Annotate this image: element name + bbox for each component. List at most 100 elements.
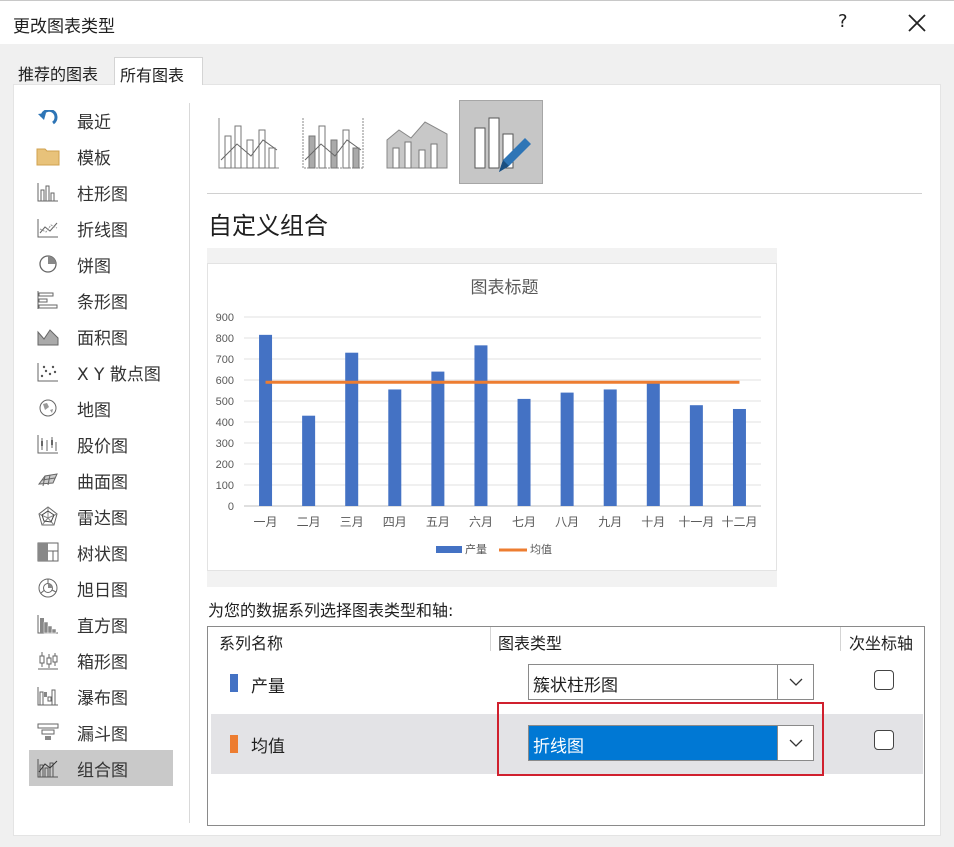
histogram-chart-icon — [35, 612, 61, 636]
clustered-column-line-icon — [218, 118, 279, 169]
sidebar-item-sunburst[interactable]: 旭日图 — [29, 570, 173, 606]
chart-type-sidebar: 最近 模板 柱形图 折线图 饼图 条形图 面积图 X Y 散点图 地图 股价图 … — [29, 102, 173, 786]
sidebar-item-label: 直方图 — [77, 616, 128, 637]
sidebar-item-surface[interactable]: 曲面图 — [29, 462, 173, 498]
y-tick-label: 900 — [216, 312, 234, 324]
tab-all-charts[interactable]: 所有图表 — [114, 57, 203, 85]
close-icon[interactable] — [903, 7, 931, 37]
sidebar-item-recent[interactable]: 最近 — [29, 102, 173, 138]
bar — [259, 334, 273, 506]
bar — [474, 345, 488, 506]
sidebar-item-label: 条形图 — [77, 292, 128, 313]
recent-icon — [35, 108, 61, 132]
bar — [689, 405, 703, 506]
x-tick-label: 八月 — [555, 515, 579, 529]
sidebar-item-area[interactable]: 面积图 — [29, 318, 173, 354]
chevron-down-icon[interactable] — [777, 665, 813, 699]
chart-preview: 图表标题 0 100 200 300 400 500 600 700 800 900 一月 二月 三月 四月… — [207, 248, 777, 587]
sidebar-item-label: 模板 — [77, 148, 111, 169]
x-tick-label: 四月 — [383, 515, 407, 529]
box-whisker-chart-icon — [35, 648, 61, 672]
bar — [388, 389, 402, 506]
bar — [732, 408, 746, 506]
sidebar-item-label: 饼图 — [77, 256, 111, 277]
sidebar-item-column[interactable]: 柱形图 — [29, 174, 173, 210]
column-header-series-name: 系列名称 — [219, 634, 284, 653]
x-tick-label: 十一月 — [678, 515, 714, 529]
bar — [431, 371, 445, 506]
sidebar-item-label: 瀑布图 — [77, 688, 128, 709]
x-tick-label: 六月 — [469, 515, 493, 529]
bar — [646, 383, 660, 506]
subtype-stacked-area-column[interactable] — [375, 100, 459, 184]
sidebar-item-radar[interactable]: 雷达图 — [29, 498, 173, 534]
sidebar-item-templates[interactable]: 模板 — [29, 138, 173, 174]
column-header-chart-type: 图表类型 — [498, 634, 563, 653]
dialog-title: 更改图表类型 — [13, 17, 115, 37]
sunburst-chart-icon — [35, 576, 61, 600]
sidebar-item-bar[interactable]: 条形图 — [29, 282, 173, 318]
sidebar-item-line[interactable]: 折线图 — [29, 210, 173, 246]
sidebar-item-waterfall[interactable]: 瀑布图 — [29, 678, 173, 714]
sidebar-item-label: 面积图 — [77, 328, 128, 349]
subtype-custom-combination[interactable] — [459, 100, 543, 184]
chart-svg: 图表标题 0 100 200 300 400 500 600 700 800 900 一月 二月 三月 四月… — [216, 278, 761, 556]
sidebar-item-scatter[interactable]: X Y 散点图 — [29, 354, 173, 390]
legend-label: 均值 — [530, 543, 552, 556]
y-tick-label: 0 — [228, 501, 234, 513]
sidebar-item-pie[interactable]: 饼图 — [29, 246, 173, 282]
sidebar-item-treemap[interactable]: 树状图 — [29, 534, 173, 570]
sidebar-item-stock[interactable]: 股价图 — [29, 426, 173, 462]
chart-type-value: 簇状柱形图 — [533, 676, 618, 696]
x-tick-label: 五月 — [426, 515, 450, 529]
sidebar-item-label: 雷达图 — [77, 508, 128, 529]
x-tick-label: 七月 — [512, 515, 536, 529]
column-header-divider — [840, 627, 841, 651]
sidebar-item-box-whisker[interactable]: 箱形图 — [29, 642, 173, 678]
subtype-clustered-column-line-secondary[interactable] — [291, 100, 375, 184]
chart-preview-canvas: 图表标题 0 100 200 300 400 500 600 700 800 900 一月 二月 三月 四月… — [207, 263, 777, 571]
sidebar-item-funnel[interactable]: 漏斗图 — [29, 714, 173, 750]
x-tick-label: 十二月 — [721, 515, 757, 529]
series-name: 产量 — [251, 677, 285, 697]
sidebar-item-label: 柱形图 — [77, 184, 128, 205]
bar — [345, 352, 359, 506]
sidebar-item-histogram[interactable]: 直方图 — [29, 606, 173, 642]
tab-recommended-charts[interactable]: 推荐的图表 — [13, 57, 103, 85]
secondary-axis-checkbox[interactable] — [874, 670, 894, 690]
surface-chart-icon — [35, 468, 61, 492]
bar-chart-icon — [35, 288, 61, 312]
x-tick-label: 二月 — [297, 515, 321, 529]
y-tick-label: 600 — [216, 375, 234, 387]
y-tick-label: 700 — [216, 354, 234, 366]
waterfall-chart-icon — [35, 684, 61, 708]
subtype-clustered-column-line[interactable] — [207, 100, 291, 184]
folder-icon — [35, 144, 61, 168]
chart-title: 图表标题 — [471, 278, 539, 297]
gallery-divider — [207, 193, 922, 194]
area-chart-icon — [35, 324, 61, 348]
x-tick-label: 一月 — [254, 515, 278, 529]
y-tick-label: 400 — [216, 417, 234, 429]
y-tick-label: 800 — [216, 333, 234, 345]
highlight-annotation-box — [497, 702, 824, 776]
sidebar-item-combo[interactable]: 组合图 — [29, 750, 173, 786]
scatter-chart-icon — [35, 360, 61, 384]
sidebar-item-label: 最近 — [77, 112, 111, 133]
column-chart-icon — [35, 180, 61, 204]
combo-subtype-gallery — [207, 100, 545, 186]
sidebar-item-label: 旭日图 — [77, 580, 128, 601]
sidebar-item-map[interactable]: 地图 — [29, 390, 173, 426]
map-chart-icon — [35, 396, 61, 420]
secondary-axis-checkbox[interactable] — [874, 730, 894, 750]
sidebar-item-label: 折线图 — [77, 220, 128, 241]
chart-type-select[interactable]: 簇状柱形图 — [528, 664, 814, 700]
help-button[interactable]: ? — [838, 11, 848, 32]
series-instruction: 为您的数据系列选择图表类型和轴: — [208, 601, 454, 620]
pie-chart-icon — [35, 252, 61, 276]
sidebar-item-label: 股价图 — [77, 436, 128, 457]
legend-swatch — [436, 546, 462, 553]
clustered-column-line-secondary-icon — [302, 118, 364, 169]
legend-label: 产量 — [465, 542, 487, 556]
bar — [302, 415, 316, 506]
